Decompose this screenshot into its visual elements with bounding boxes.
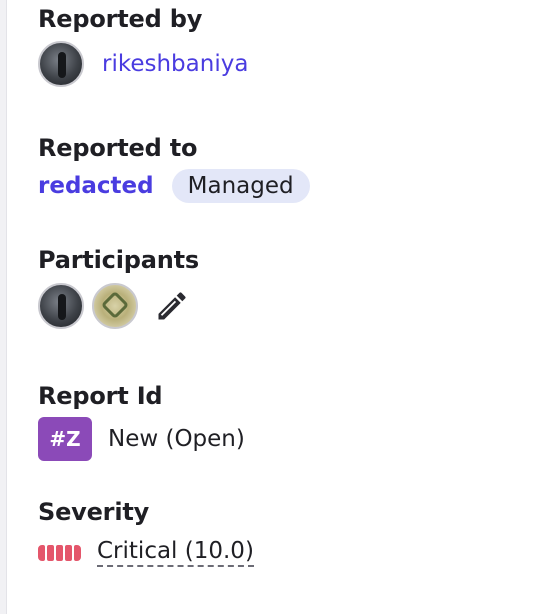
severity-segment <box>74 544 81 561</box>
program-link[interactable]: redacted <box>38 173 154 199</box>
reported-by-label: Reported by <box>38 5 203 33</box>
edit-participants-pencil-icon[interactable] <box>154 288 190 324</box>
severity-segment <box>38 544 45 561</box>
report-status: New (Open) <box>108 426 245 452</box>
reported-to-row: redacted Managed <box>38 169 310 203</box>
participants-label: Participants <box>38 246 199 274</box>
participants-row <box>38 283 190 329</box>
severity-meter <box>38 544 81 561</box>
participant-avatar[interactable] <box>92 283 138 329</box>
severity-segment <box>65 544 72 561</box>
reporter-avatar[interactable] <box>38 41 84 87</box>
severity-label: Severity <box>38 498 150 526</box>
reporter-username-link[interactable]: rikeshbaniya <box>102 51 248 77</box>
severity-segment <box>47 544 54 561</box>
severity-segment <box>56 544 63 561</box>
pencil-icon <box>158 292 186 320</box>
reported-by-row: rikeshbaniya <box>38 41 248 87</box>
report-id-row: #Z New (Open) <box>38 417 245 461</box>
report-id-label: Report Id <box>38 382 163 410</box>
reported-to-label: Reported to <box>38 134 198 162</box>
managed-badge: Managed <box>171 169 310 203</box>
severity-value[interactable]: Critical (10.0) <box>97 538 254 567</box>
severity-row: Critical (10.0) <box>38 538 254 567</box>
panel-left-border <box>0 0 7 614</box>
report-id-badge: #Z <box>38 417 92 461</box>
participant-avatar[interactable] <box>38 283 84 329</box>
